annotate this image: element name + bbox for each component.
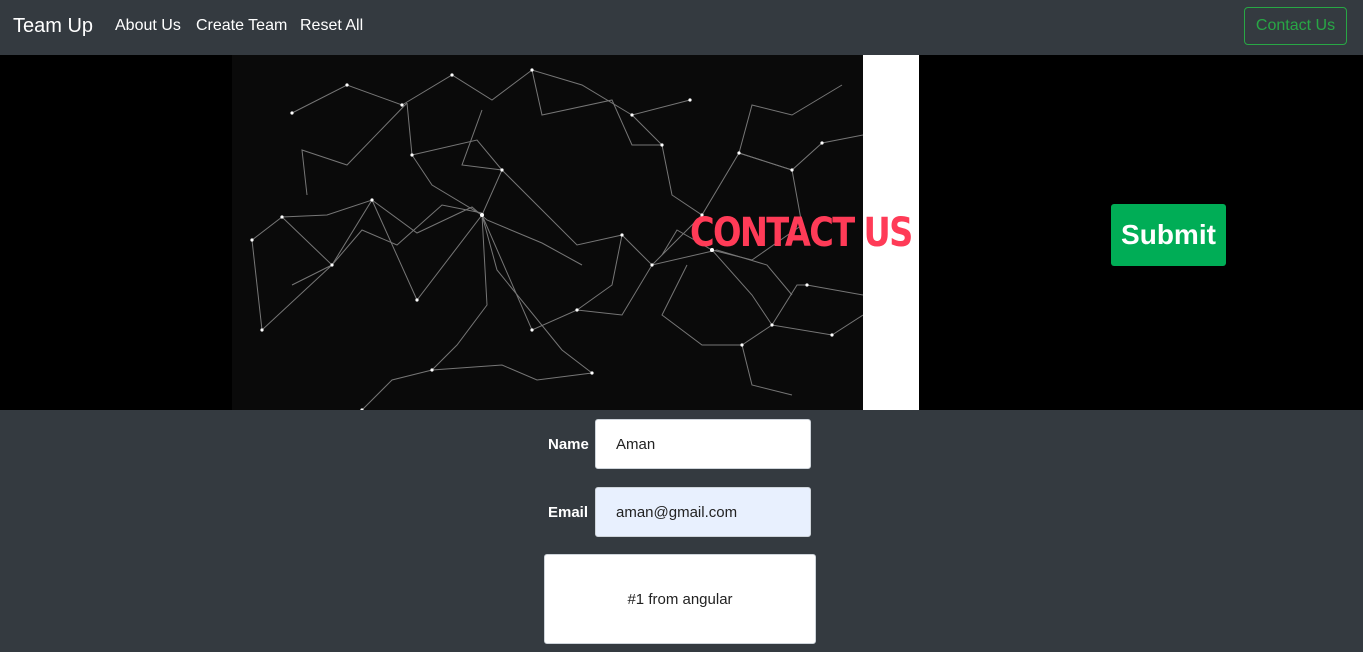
name-label: Name <box>548 436 589 453</box>
nav-link-create-team[interactable]: Create Team <box>196 17 287 35</box>
contact-us-heading: CONTACT US <box>690 210 913 256</box>
submit-button[interactable]: Submit <box>1111 204 1226 266</box>
hero-banner: CONTACT US Submit <box>0 55 1363 410</box>
email-label: Email <box>548 504 589 521</box>
email-input[interactable] <box>595 487 811 537</box>
nav-link-reset-all[interactable]: Reset All <box>300 17 363 35</box>
message-textarea[interactable]: #1 from angular <box>544 554 816 644</box>
contact-us-button[interactable]: Contact Us <box>1244 7 1347 45</box>
nav-link-about-us[interactable]: About Us <box>115 17 181 35</box>
navbar: Team Up About Us Create Team Reset All C… <box>0 0 1363 55</box>
name-input[interactable] <box>595 419 811 469</box>
brand-link[interactable]: Team Up <box>13 15 93 38</box>
